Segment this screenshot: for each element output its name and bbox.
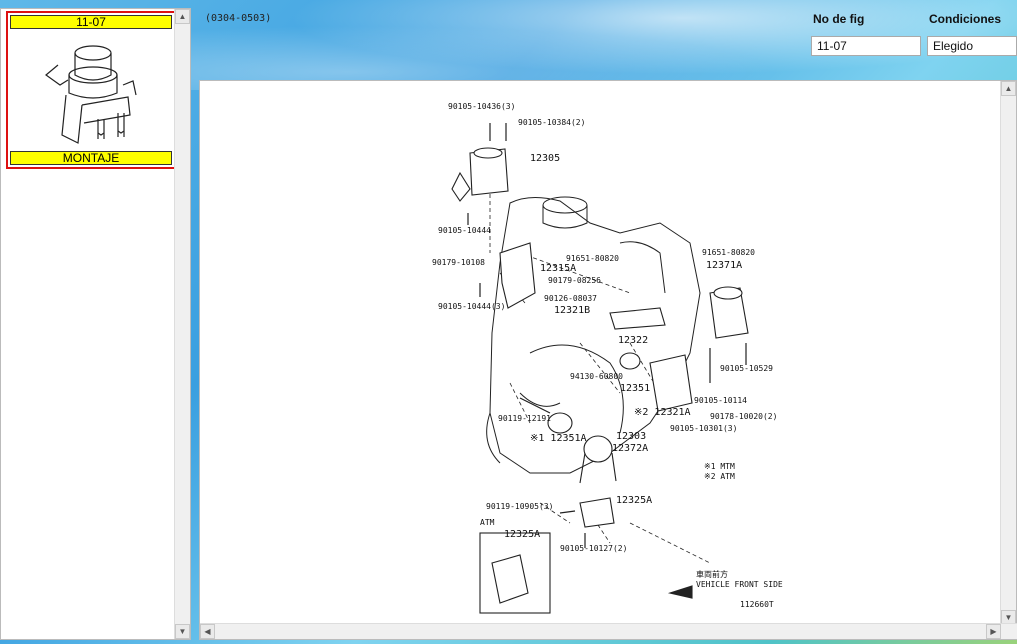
label-12321B: 12321B [554, 305, 590, 316]
scroll-right-arrow-icon[interactable]: ▶ [986, 624, 1001, 639]
thumbnail-fig-number: 11-07 [10, 15, 172, 29]
conditions-label: Condiciones [929, 12, 1002, 26]
fig-number-label: No de fig [813, 12, 865, 26]
label-90105-10529: 90105-10529 [720, 364, 773, 373]
legend-mtm: ※1 MTM [704, 462, 735, 471]
diagram-vertical-scrollbar[interactable]: ▲ ▼ [1000, 81, 1016, 625]
legend-atm: ※2 ATM [704, 472, 735, 481]
label-12351: 12351 [620, 383, 650, 394]
label-90105-10114: 90105-10114 [694, 396, 747, 405]
label-12305: 12305 [530, 153, 560, 164]
diagram-horizontal-scrollbar[interactable]: ◀ ▶ [200, 623, 1017, 639]
label-vehicle-front-jp: 車両前方 [696, 569, 728, 579]
label-90179-08256: 90179-08256 [548, 276, 601, 285]
label-12371A: 12371A [706, 260, 742, 271]
label-90178-10020: 90178-10020(2) [710, 412, 777, 421]
label-90105-10436: 90105-10436(3) [448, 102, 515, 111]
figure-thumbnail-card[interactable]: 11-07 MONTAJE [6, 11, 176, 169]
label-90105-10444-3: 90105-10444(3) [438, 302, 505, 311]
label-12315A: 12315A [540, 263, 576, 274]
label-91651-80820-b: 91651-80820 [702, 248, 755, 257]
label-12303: 12303 [616, 431, 646, 442]
thumbnail-panel: 11-07 MONTAJE ▲ ▼ [0, 8, 191, 640]
label-90119-10905: 90119-10905(3) [486, 502, 553, 511]
parts-diagram-panel: 90105-10436(3) 90105-10384(2) 12305 9010… [199, 80, 1017, 640]
label-12321A: ※2 12321A [634, 407, 691, 418]
model-year-range: (0304-0503) [205, 13, 272, 24]
label-90105-10444: 90105-10444 [438, 226, 491, 235]
fig-number-field[interactable]: 11-07 [811, 36, 921, 56]
label-90105-10384: 90105-10384(2) [518, 118, 585, 127]
scroll-left-arrow-icon[interactable]: ◀ [200, 624, 215, 639]
label-90179-10108: 90179-10108 [432, 258, 485, 267]
scroll-down-arrow-icon[interactable]: ▼ [175, 624, 190, 639]
conditions-field[interactable]: Elegido [927, 36, 1017, 56]
label-90105-10127: 90105-10127(2) [560, 544, 627, 553]
engine-mount-thumbnail-image [45, 45, 137, 144]
label-90126-08037: 90126-08037 [544, 294, 597, 303]
left-panel-scrollbar[interactable]: ▲ ▼ [174, 9, 190, 639]
label-12351A: ※1 12351A [530, 433, 587, 444]
label-90119-12191: 90119-12191 [498, 414, 551, 423]
label-90105-10301: 90105-10301(3) [670, 424, 737, 433]
label-12372A: 12372A [612, 443, 648, 454]
label-12322: 12322 [618, 335, 648, 346]
label-atm-inset: ATM [480, 518, 495, 527]
label-91651-80820-a: 91651-80820 [566, 254, 619, 263]
label-drawing-number: 112660T [740, 600, 774, 609]
label-12325A-lower: 12325A [616, 495, 652, 506]
thumbnail-caption: MONTAJE [10, 151, 172, 165]
label-94130-60800: 94130-60800 [570, 372, 623, 381]
engine-mounting-exploded-diagram[interactable]: 90105-10436(3) 90105-10384(2) 12305 9010… [430, 93, 790, 615]
label-12325A-inset: 12325A [504, 529, 540, 540]
label-vehicle-front-side: VEHICLE FRONT SIDE [696, 580, 783, 589]
scroll-up-arrow-icon[interactable]: ▲ [175, 9, 190, 24]
scroll-up-arrow-icon[interactable]: ▲ [1001, 81, 1016, 96]
